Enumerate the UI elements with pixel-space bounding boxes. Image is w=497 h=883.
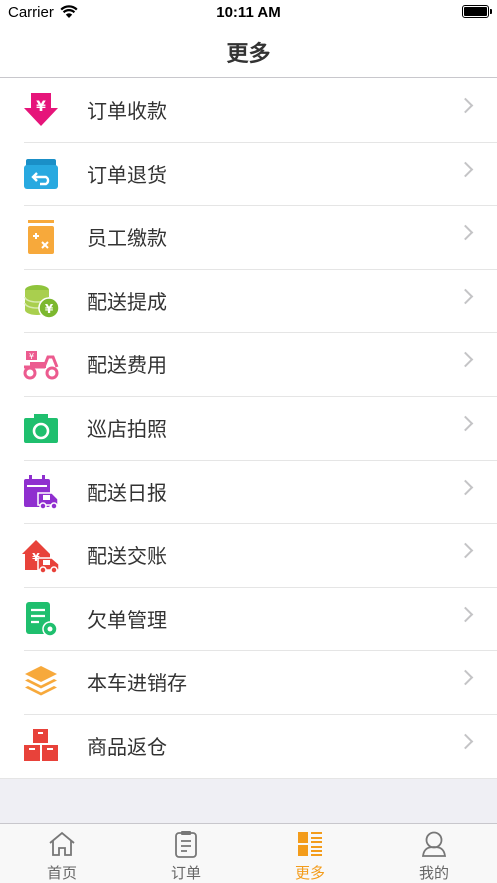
tab-orders[interactable]: 订单 xyxy=(124,824,248,883)
menu-item-delivery-settlement[interactable]: ¥ 配送交账 xyxy=(0,523,497,587)
status-bar: Carrier 10:11 AM xyxy=(0,0,497,26)
menu-item-label: 本车进销存 xyxy=(87,671,187,696)
menu-item-goods-return-warehouse[interactable]: 商品返仓 xyxy=(0,713,497,778)
layers-icon xyxy=(25,666,57,696)
tab-more[interactable]: 更多 xyxy=(248,824,372,883)
more-menu-list: ¥ 订单收款 订单退货 员工缴款 ¥ 配送提成 ¥ 配送费用 巡店拍照 配送日报… xyxy=(0,78,497,779)
user-icon xyxy=(421,831,447,857)
menu-item-delivery-commission[interactable]: ¥ 配送提成 xyxy=(0,268,497,333)
chevron-right-icon xyxy=(457,733,474,750)
menu-item-store-photo[interactable]: 巡店拍照 xyxy=(0,395,497,460)
menu-item-label: 订单收款 xyxy=(87,99,167,123)
menu-item-label: 员工缴款 xyxy=(87,226,167,251)
chevron-right-icon xyxy=(457,288,474,305)
clock-label: 10:11 AM xyxy=(216,4,281,21)
menu-item-label: 商品返仓 xyxy=(87,734,167,759)
battery-icon xyxy=(462,5,492,18)
tab-label: 首页 xyxy=(46,864,77,882)
house-truck-icon: ¥ xyxy=(22,540,60,574)
menu-item-label: 订单退货 xyxy=(87,162,167,187)
tab-label: 我的 xyxy=(418,864,449,882)
svg-text:¥: ¥ xyxy=(36,99,46,115)
chevron-right-icon xyxy=(457,224,474,241)
menu-item-label: 配送提成 xyxy=(87,289,167,314)
menu-item-debt-management[interactable]: 欠单管理 xyxy=(0,586,497,651)
clipboard-icon xyxy=(175,831,197,858)
menu-item-delivery-daily-report[interactable]: 配送日报 xyxy=(0,459,497,524)
return-box-icon xyxy=(24,158,58,189)
menu-item-label: 配送日报 xyxy=(87,480,167,505)
chevron-right-icon xyxy=(457,479,474,495)
home-icon xyxy=(49,831,75,856)
menu-item-vehicle-inventory[interactable]: 本车进销存 xyxy=(0,650,497,714)
chevron-right-icon xyxy=(457,352,474,368)
page-title: 更多 xyxy=(226,42,271,67)
tab-label: 订单 xyxy=(170,864,201,882)
chevron-right-icon xyxy=(457,161,474,177)
boxes-icon xyxy=(24,728,58,761)
grid-list-icon xyxy=(298,832,322,856)
camera-icon xyxy=(24,413,58,443)
scooter-icon: ¥ xyxy=(23,351,59,380)
navigation-bar: 更多 xyxy=(0,26,497,78)
chevron-right-icon xyxy=(457,670,474,686)
menu-item-label: 欠单管理 xyxy=(87,607,167,632)
menu-item-staff-payment[interactable]: 员工缴款 xyxy=(0,205,497,269)
menu-item-label: 配送交账 xyxy=(87,544,167,569)
calendar-truck-icon xyxy=(24,474,59,510)
tab-bar: 首页 订单 更多 我的 xyxy=(0,823,497,883)
tab-profile[interactable]: 我的 xyxy=(372,824,496,883)
svg-text:¥: ¥ xyxy=(29,352,34,361)
chevron-right-icon xyxy=(457,606,474,623)
menu-item-order-payment[interactable]: ¥ 订单收款 xyxy=(0,78,497,142)
coins-icon: ¥ xyxy=(24,284,60,319)
chevron-right-icon xyxy=(457,542,474,559)
chevron-right-icon xyxy=(457,415,474,432)
tab-label: 更多 xyxy=(294,864,325,882)
menu-item-delivery-expense[interactable]: ¥ 配送费用 xyxy=(0,332,497,396)
menu-item-label: 巡店拍照 xyxy=(87,416,167,441)
chevron-right-icon xyxy=(457,97,474,114)
tab-home[interactable]: 首页 xyxy=(0,824,124,883)
document-gear-icon xyxy=(26,601,58,637)
calculator-icon xyxy=(28,220,54,255)
menu-item-order-return[interactable]: 订单退货 xyxy=(0,141,497,206)
download-payment-icon: ¥ xyxy=(24,93,58,126)
menu-item-label: 配送费用 xyxy=(87,353,167,378)
svg-text:¥: ¥ xyxy=(45,302,54,316)
